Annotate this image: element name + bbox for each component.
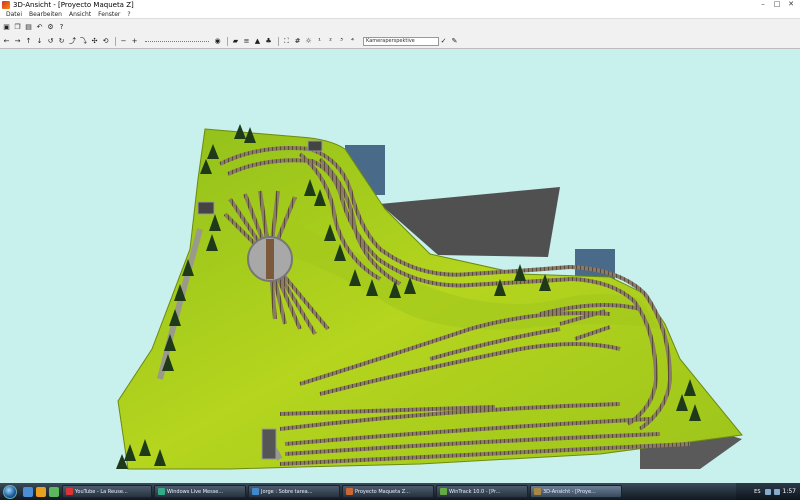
- menu-bar: Datei Bearbeiten Ansicht Fenster ?: [0, 10, 800, 19]
- window-title: 3D-Ansicht - [Proyecto Maqueta Z]: [13, 1, 134, 9]
- camera-view-select[interactable]: Kameraperspektive: [363, 36, 439, 46]
- toolbar-separator: [278, 36, 279, 46]
- zoom-slider[interactable]: [145, 37, 209, 45]
- tilt-up-icon[interactable]: ⤴: [68, 37, 77, 46]
- lighting-icon[interactable]: ☼: [304, 37, 313, 46]
- app-icon: [2, 1, 10, 9]
- tree-icon[interactable]: ♣: [264, 37, 273, 46]
- language-indicator[interactable]: ES: [754, 489, 760, 495]
- settings-icon[interactable]: ⚙: [46, 23, 55, 32]
- camera-icon[interactable]: ◉: [213, 37, 222, 46]
- title-bar: 3D-Ansicht - [Proyecto Maqueta Z] – □ ✕: [0, 0, 800, 10]
- quick-launch-app-icon[interactable]: [49, 486, 59, 497]
- network-icon[interactable]: [764, 488, 771, 495]
- taskbar-button-label: YouTube - La Reuse...: [75, 488, 128, 495]
- toolbar-separator: [115, 36, 116, 46]
- volume-icon[interactable]: [773, 488, 780, 495]
- taskbar-button-label: Jorge : Sobre tarea...: [261, 488, 313, 495]
- maximize-button[interactable]: □: [770, 0, 784, 9]
- clock[interactable]: 1:57: [783, 488, 796, 495]
- taskbar-button-label: Windows Live Messe...: [167, 488, 224, 495]
- view-3-icon[interactable]: ³: [337, 37, 346, 46]
- zoom-out-icon[interactable]: −: [119, 37, 128, 46]
- taskbar-button-label: 3D-Ansicht - [Proye...: [543, 488, 596, 495]
- view-2-icon[interactable]: ²: [326, 37, 335, 46]
- toolbar-row-1: ▣ ❐ ▤ ↶ ⚙ ?: [2, 21, 68, 33]
- turntable-bridge: [266, 239, 274, 279]
- toolbar: ▣ ❐ ▤ ↶ ⚙ ? ← → ↑ ↓ ↺ ↻ ⤴ ⤵ ✣ ⟲ − + ◉ ▰ …: [0, 19, 800, 49]
- system-tray: ES 1:57: [736, 483, 800, 500]
- tunnel-portal-2: [307, 140, 323, 152]
- menu-help[interactable]: ?: [127, 11, 130, 18]
- 3d-viewport[interactable]: [0, 49, 800, 483]
- document-icon: [346, 488, 353, 495]
- menu-view[interactable]: Ansicht: [69, 11, 91, 18]
- chat-icon: [252, 488, 259, 495]
- rotate-left-icon[interactable]: ↺: [46, 37, 55, 46]
- track-icon[interactable]: ≡: [242, 37, 251, 46]
- train-icon[interactable]: ▰: [231, 37, 240, 46]
- confirm-icon[interactable]: ✓: [439, 37, 448, 46]
- taskbar-button-chat[interactable]: Jorge : Sobre tarea...: [248, 485, 340, 498]
- landscape-icon[interactable]: ▲: [253, 37, 262, 46]
- pan-icon[interactable]: ✣: [90, 37, 99, 46]
- layout-3d-render: [116, 124, 743, 470]
- toolbar-separator: [227, 36, 228, 46]
- fit-view-icon[interactable]: ⛶: [282, 37, 291, 46]
- menu-window[interactable]: Fenster: [98, 11, 120, 18]
- 3d-view-icon: [534, 488, 541, 495]
- browser-icon: [66, 488, 73, 495]
- tunnel-portal-1: [197, 201, 215, 215]
- arrow-left-icon[interactable]: ←: [2, 37, 11, 46]
- quick-launch: [23, 486, 62, 497]
- rotate-right-icon[interactable]: ↻: [57, 37, 66, 46]
- window-controls: – □ ✕: [756, 0, 798, 9]
- undo-icon[interactable]: ↶: [35, 23, 44, 32]
- tilt-down-icon[interactable]: ⤵: [79, 37, 88, 46]
- help-icon[interactable]: ?: [57, 23, 66, 32]
- tunnel-portal-3: [261, 428, 277, 460]
- minimize-button[interactable]: –: [756, 0, 770, 9]
- toolbar-row-2: ← → ↑ ↓ ↺ ↻ ⤴ ⤵ ✣ ⟲ − + ◉ ▰ ≡ ▲ ♣ ⛶ # ☼ …: [2, 35, 461, 47]
- wintrack-icon: [440, 488, 447, 495]
- save-icon[interactable]: ▣: [2, 23, 11, 32]
- taskbar-button-youtube[interactable]: YouTube - La Reuse...: [62, 485, 152, 498]
- copy-icon[interactable]: ❐: [13, 23, 22, 32]
- zoom-in-icon[interactable]: +: [130, 37, 139, 46]
- edit-icon[interactable]: ✎: [450, 37, 459, 46]
- reset-view-icon[interactable]: ⟲: [101, 37, 110, 46]
- start-button[interactable]: [3, 484, 17, 499]
- close-button[interactable]: ✕: [784, 0, 798, 9]
- taskbar-button-proyecto[interactable]: Proyecto Maqueta Z...: [342, 485, 434, 498]
- print-icon[interactable]: ▤: [24, 23, 33, 32]
- view-1-icon[interactable]: ¹: [315, 37, 324, 46]
- taskbar-button-wintrack[interactable]: WinTrack 10.0 - [Pr...: [436, 485, 528, 498]
- messenger-icon: [158, 488, 165, 495]
- quick-launch-desktop-icon[interactable]: [23, 486, 33, 497]
- taskbar-button-label: Proyecto Maqueta Z...: [355, 488, 410, 495]
- taskbar: YouTube - La Reuse... Windows Live Messe…: [0, 483, 800, 500]
- menu-edit[interactable]: Bearbeiten: [29, 11, 62, 18]
- grid-icon[interactable]: #: [293, 37, 302, 46]
- taskbar-button-messenger[interactable]: Windows Live Messe...: [154, 485, 246, 498]
- arrow-down-icon[interactable]: ↓: [35, 37, 44, 46]
- taskbar-button-3d-view[interactable]: 3D-Ansicht - [Proye...: [530, 485, 622, 498]
- arrow-right-icon[interactable]: →: [13, 37, 22, 46]
- taskbar-button-label: WinTrack 10.0 - [Pr...: [449, 488, 501, 495]
- menu-file[interactable]: Datei: [6, 11, 22, 18]
- arrow-up-icon[interactable]: ↑: [24, 37, 33, 46]
- view-4-icon[interactable]: ⁴: [348, 37, 357, 46]
- quick-launch-folder-icon[interactable]: [36, 486, 46, 497]
